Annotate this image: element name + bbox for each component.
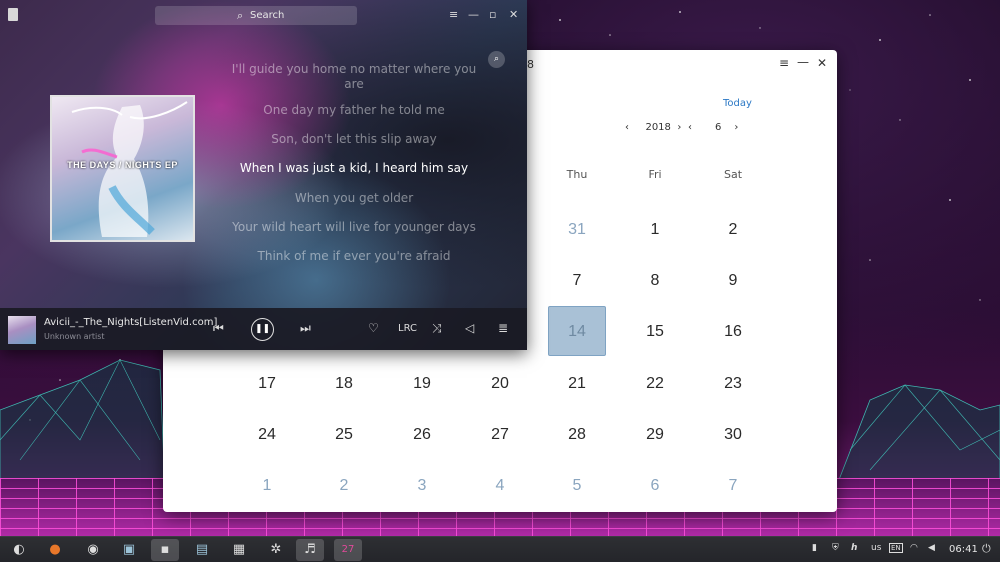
search-input[interactable]: ⌕ Search: [155, 6, 357, 25]
album-cover-text: THE DAYS / NIGHTS EP: [67, 160, 178, 170]
lyric-line: Son, don't let this slip away: [271, 132, 437, 146]
wifi-icon[interactable]: ◠: [910, 543, 918, 553]
calendar-close-icon[interactable]: ✕: [817, 56, 827, 70]
calendar-day[interactable]: 19: [393, 359, 451, 409]
calendar-day[interactable]: 16: [704, 307, 762, 357]
calendar-day[interactable]: 28: [548, 410, 606, 460]
month-selector: ‹ 6 ›: [688, 122, 746, 133]
document-icon[interactable]: ▦: [225, 539, 253, 561]
today-button[interactable]: Today: [723, 98, 752, 109]
calendar-day[interactable]: 26: [393, 410, 451, 460]
calendar-day[interactable]: 23: [704, 359, 762, 409]
weekday-header: Fri: [648, 168, 662, 181]
music-player-icon[interactable]: ♬: [296, 539, 324, 561]
search-icon: ⌕: [237, 9, 244, 22]
image-viewer-icon[interactable]: ▤: [188, 539, 216, 561]
month-value: 6: [715, 122, 722, 133]
heart-icon[interactable]: ♡: [368, 321, 379, 335]
calendar-day[interactable]: 24: [238, 410, 296, 460]
calendar-day[interactable]: 18: [315, 359, 373, 409]
player-titlebar: ⌕ Search ≡ — ▫ ✕: [0, 0, 527, 30]
volume-icon[interactable]: ◁: [465, 321, 474, 335]
terminal-icon[interactable]: ▪: [151, 539, 179, 561]
next-icon[interactable]: ⏭: [300, 321, 311, 336]
minimize-icon[interactable]: —: [468, 8, 479, 21]
shuffle-icon[interactable]: ⤨: [432, 321, 442, 336]
calendar-day[interactable]: 30: [704, 410, 762, 460]
now-playing-title: Avicii_-_The_Nights[ListenVid.com]: [44, 317, 218, 328]
calendar-day[interactable]: 1: [626, 205, 684, 255]
calendar-day[interactable]: 6: [626, 461, 684, 511]
calendar-day[interactable]: 25: [315, 410, 373, 460]
now-playing-artist: Unknown artist: [44, 332, 105, 341]
taskbar: ◐ ● ◉ ▣ ▪ ▤ ▦ ✲ ♬ 27 ▮ ⛨ ℎ us EN ◠ ◀ 06:…: [0, 536, 1000, 562]
calendar-day[interactable]: 20: [471, 359, 529, 409]
calendar-day[interactable]: 9: [704, 256, 762, 306]
calendar-day[interactable]: 7: [548, 256, 606, 306]
input-method[interactable]: EN: [889, 543, 903, 553]
previous-icon[interactable]: ⏮: [213, 321, 224, 336]
calendar-day[interactable]: 3: [393, 461, 451, 511]
shield-icon[interactable]: ⛨: [832, 543, 839, 553]
prev-month-icon[interactable]: ‹: [688, 122, 702, 133]
calendar-day[interactable]: 31: [548, 205, 606, 255]
lyric-line-active: When I was just a kid, I heard him say: [239, 161, 469, 175]
playback-bar: Avicii_-_The_Nights[ListenVid.com] Unkno…: [0, 308, 527, 350]
lrc-button[interactable]: LRC: [398, 323, 417, 334]
calendar-day[interactable]: 21: [548, 359, 606, 409]
power-icon[interactable]: ⏻: [982, 542, 991, 556]
lyric-line: Your wild heart will live for younger da…: [232, 220, 476, 234]
calendar-day[interactable]: 4: [471, 461, 529, 511]
lyric-line: are: [344, 77, 364, 91]
calendar-menu-icon[interactable]: ≡: [779, 56, 789, 70]
calendar-day[interactable]: 2: [704, 205, 762, 255]
file-manager-icon[interactable]: ▣: [115, 539, 143, 561]
prev-year-icon[interactable]: ‹: [625, 122, 639, 133]
maximize-icon[interactable]: ▫: [489, 8, 496, 21]
now-playing-thumbnail[interactable]: [8, 316, 36, 344]
clipboard-icon[interactable]: ▮: [812, 543, 817, 553]
music-player-window: ⌕ Search ≡ — ▫ ✕ ⌕ THE DAYS / NIGHTS EP …: [0, 0, 527, 350]
calendar-day[interactable]: 5: [548, 461, 606, 511]
close-icon[interactable]: ✕: [509, 8, 518, 21]
calendar-day[interactable]: 15: [626, 307, 684, 357]
settings-gear-icon[interactable]: ✲: [262, 539, 290, 561]
next-month-icon[interactable]: ›: [734, 122, 746, 133]
disk-icon[interactable]: ◉: [79, 539, 107, 561]
year-selector: ‹ 2018 ›: [625, 122, 689, 133]
lyric-line: When you get older: [294, 191, 414, 205]
year-value: 2018: [645, 122, 671, 133]
calendar-day[interactable]: 8: [626, 256, 684, 306]
volume-tray-icon[interactable]: ◀: [928, 543, 935, 553]
calendar-day[interactable]: 29: [626, 410, 684, 460]
menu-icon[interactable]: ≡: [449, 8, 458, 21]
music-app-icon: [8, 8, 18, 21]
lyric-line: Think of me if ever you're afraid: [257, 249, 451, 263]
keyboard-layout[interactable]: us: [871, 543, 881, 553]
pause-icon[interactable]: ❚❚: [251, 318, 274, 341]
calendar-day[interactable]: 17: [238, 359, 296, 409]
clock[interactable]: 06:41: [949, 544, 978, 555]
search-placeholder: Search: [250, 10, 285, 21]
lyric-line: One day my father he told me: [263, 103, 445, 117]
hp-icon[interactable]: ℎ: [851, 543, 857, 553]
calendar-minimize-icon[interactable]: —: [797, 55, 809, 69]
calendar-day-selected[interactable]: 14: [548, 306, 606, 356]
calendar-icon[interactable]: 27: [334, 539, 362, 561]
launcher-icon[interactable]: ◐: [5, 539, 33, 561]
calendar-day[interactable]: 22: [626, 359, 684, 409]
album-cover: THE DAYS / NIGHTS EP: [50, 95, 195, 242]
calendar-day[interactable]: 2: [315, 461, 373, 511]
firefox-icon[interactable]: ●: [41, 539, 69, 561]
calendar-day[interactable]: 1: [238, 461, 296, 511]
weekday-header: Thu: [566, 168, 588, 181]
lyric-line: I'll guide you home no matter where you: [231, 62, 477, 76]
calendar-window-title: 8: [527, 58, 534, 71]
playlist-icon[interactable]: ≣: [498, 321, 508, 335]
calendar-day[interactable]: 7: [704, 461, 762, 511]
weekday-header: Sat: [723, 168, 743, 181]
calendar-day[interactable]: 27: [471, 410, 529, 460]
